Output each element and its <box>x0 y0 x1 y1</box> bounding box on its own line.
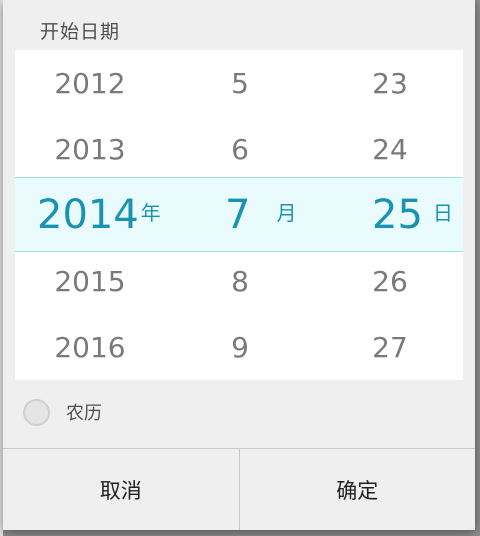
lunar-radio-button[interactable] <box>23 398 50 426</box>
month-unit-label: 月 <box>276 201 297 225</box>
year-unit-label: 年 <box>140 201 161 225</box>
confirm-button[interactable]: 确定 <box>239 449 475 530</box>
dialog-title: 开始日期 <box>40 21 121 43</box>
month-option[interactable]: 8 <box>165 248 315 314</box>
day-option[interactable]: 27 <box>315 314 465 380</box>
lunar-label: 农历 <box>66 403 102 424</box>
selected-day[interactable]: 25 日 <box>372 177 453 252</box>
cancel-button[interactable]: 取消 <box>3 449 240 530</box>
selected-month-value: 7 <box>225 191 251 238</box>
date-wheel-picker[interactable]: 2012 2013 2015 2016 5 6 8 9 23 24 26 27 … <box>15 50 463 380</box>
day-option[interactable]: 24 <box>315 116 465 182</box>
selected-month[interactable]: 7 月 <box>225 177 296 252</box>
selected-year-value: 2014 <box>37 191 139 238</box>
selected-year[interactable]: 2014 年 <box>37 177 161 252</box>
year-option[interactable]: 2013 <box>15 116 165 182</box>
date-picker-dialog: 开始日期 2012 2013 2015 2016 5 6 8 9 23 24 2… <box>3 0 475 530</box>
day-option[interactable]: 23 <box>315 50 465 116</box>
month-option[interactable]: 5 <box>165 50 315 116</box>
lunar-calendar-toggle[interactable]: 农历 <box>23 397 102 427</box>
year-option[interactable]: 2012 <box>15 50 165 116</box>
year-option[interactable]: 2016 <box>15 314 165 380</box>
day-option[interactable]: 26 <box>315 248 465 314</box>
dialog-button-bar: 取消 确定 <box>3 448 475 530</box>
year-option[interactable]: 2015 <box>15 248 165 314</box>
month-option[interactable]: 9 <box>165 314 315 380</box>
month-option[interactable]: 6 <box>165 116 315 182</box>
selected-day-value: 25 <box>372 191 423 238</box>
day-unit-label: 日 <box>432 201 453 225</box>
